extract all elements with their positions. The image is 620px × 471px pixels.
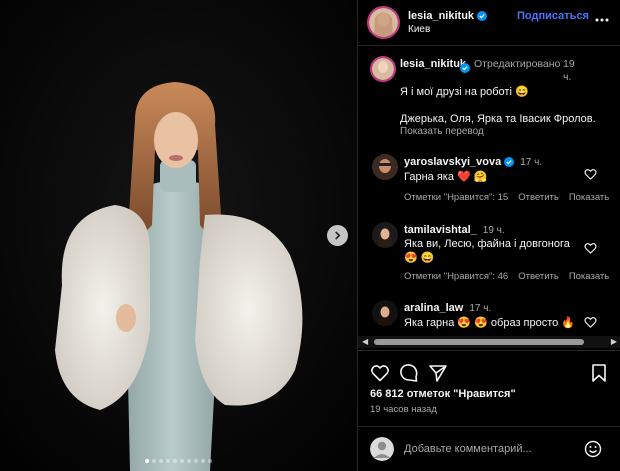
post-media[interactable]: [0, 0, 357, 471]
add-comment-input[interactable]: [404, 441, 574, 457]
carousel-dot: [208, 459, 212, 463]
comment-likes-count[interactable]: Отметки "Нравится": 46: [404, 271, 508, 282]
comments-horizontal-scrollbar[interactable]: ◀ ▶: [358, 336, 620, 348]
comment-time[interactable]: 17 ч.: [520, 157, 542, 168]
verified-badge-icon: [477, 11, 488, 21]
scrollbar-thumb[interactable]: [374, 339, 584, 345]
comment-time[interactable]: 19 ч.: [483, 225, 505, 236]
commenter-username[interactable]: tamilavishtal_: [404, 224, 477, 236]
add-comment-bar: [358, 426, 620, 471]
emoji-icon[interactable]: [584, 440, 602, 458]
post-location[interactable]: Киев: [408, 24, 430, 35]
post-likes-count[interactable]: 66 812 отметок "Нравится": [370, 388, 516, 400]
commenter-username[interactable]: aralina_law: [404, 302, 463, 314]
post-header: lesia_nikituk Киев Подписаться: [358, 0, 620, 46]
caption-username[interactable]: lesia_nikituk: [400, 58, 468, 71]
carousel-dot: [173, 459, 177, 463]
comment-meta: Отметки "Нравится": 15 Ответить Показать: [404, 192, 609, 203]
carousel-dots: [0, 459, 357, 463]
scroll-left-arrow-icon[interactable]: ◀: [362, 337, 368, 346]
author-avatar[interactable]: [367, 6, 400, 39]
carousel-dot: [166, 459, 170, 463]
comment-meta: Отметки "Нравится": 46 Ответить Показать: [404, 271, 609, 282]
comment-likes-count[interactable]: Отметки "Нравится": 15: [404, 192, 508, 203]
follow-button[interactable]: Подписаться: [517, 10, 589, 22]
comment-reply-button[interactable]: Ответить: [518, 192, 559, 203]
comments-list[interactable]: lesia_nikituk Отредактировано 19 ч. Я і …: [358, 46, 620, 336]
comment-time[interactable]: 17 ч.: [469, 303, 491, 314]
commenter-avatar[interactable]: [372, 300, 398, 326]
instagram-post-dialog: lesia_nikituk Киев Подписаться lesia_nik…: [0, 0, 620, 471]
caption-text-line2: Джерька, Оля, Ярка та Івасик Фролов.: [400, 113, 596, 125]
commenter-avatar[interactable]: [372, 154, 398, 180]
comment-header: yaroslavskyi_vova 17 ч.: [404, 156, 542, 168]
chevron-right-icon: [335, 231, 341, 240]
commenter-username[interactable]: yaroslavskyi_vova: [404, 156, 501, 168]
comment-item: yaroslavskyi_vova 17 ч. Гарна яка ❤️ 🤗 О…: [358, 154, 620, 216]
post-side-panel: lesia_nikituk Киев Подписаться lesia_nik…: [357, 0, 620, 471]
carousel-dot: [145, 459, 149, 463]
show-translation-link[interactable]: Показать перевод: [400, 126, 484, 137]
comment-text: Яка гарна 😍 😍 образ просто 🔥: [404, 317, 576, 329]
comment-icon[interactable]: [399, 363, 419, 383]
carousel-dot: [180, 459, 184, 463]
carousel-dot: [201, 459, 205, 463]
comment-show-button[interactable]: Показать: [569, 192, 609, 203]
next-photo-button[interactable]: [327, 225, 348, 246]
caption-text-line1: Я і мої друзі на роботі 😄: [400, 86, 529, 98]
comment-show-button[interactable]: Показать: [569, 271, 609, 282]
comment-header: tamilavishtal_ 19 ч.: [404, 224, 505, 236]
carousel-dot: [159, 459, 163, 463]
more-icon[interactable]: [594, 12, 610, 28]
author-username-text[interactable]: lesia_nikituk: [408, 10, 474, 22]
comment-item: tamilavishtal_ 19 ч. Яка ви, Лесю, файна…: [358, 222, 620, 284]
carousel-dot: [194, 459, 198, 463]
comment-reply-button[interactable]: Ответить: [518, 271, 559, 282]
verified-badge-icon: [460, 63, 470, 73]
caption-time[interactable]: 19 ч.: [563, 58, 585, 84]
like-heart-icon[interactable]: [370, 363, 390, 383]
caption-edited-label: Отредактировано: [474, 58, 561, 70]
verified-badge-icon: [504, 157, 515, 167]
carousel-dot: [152, 459, 156, 463]
save-bookmark-icon[interactable]: [589, 363, 609, 383]
comment-header: aralina_law 17 ч.: [404, 302, 491, 314]
scroll-right-arrow-icon[interactable]: ▶: [611, 337, 617, 346]
comment-item: aralina_law 17 ч. Яка гарна 😍 😍 образ пр…: [358, 300, 620, 336]
comment-text: Яка ви, Лесю, файна і довгонога: [404, 238, 570, 250]
share-icon[interactable]: [428, 363, 448, 383]
comment-text-line2: 😍 😄: [404, 252, 435, 264]
heart-icon[interactable]: [584, 242, 597, 255]
author-username[interactable]: lesia_nikituk: [408, 10, 488, 22]
current-user-avatar: [370, 437, 394, 461]
caption-avatar[interactable]: [370, 56, 396, 82]
carousel-dot: [187, 459, 191, 463]
commenter-avatar[interactable]: [372, 222, 398, 248]
post-timestamp[interactable]: 19 часов назад: [370, 404, 437, 415]
heart-icon[interactable]: [584, 168, 597, 181]
post-actions: [358, 350, 620, 390]
post-photo: [0, 0, 357, 471]
comment-text: Гарна яка ❤️ 🤗: [404, 171, 488, 183]
heart-icon[interactable]: [584, 316, 597, 329]
